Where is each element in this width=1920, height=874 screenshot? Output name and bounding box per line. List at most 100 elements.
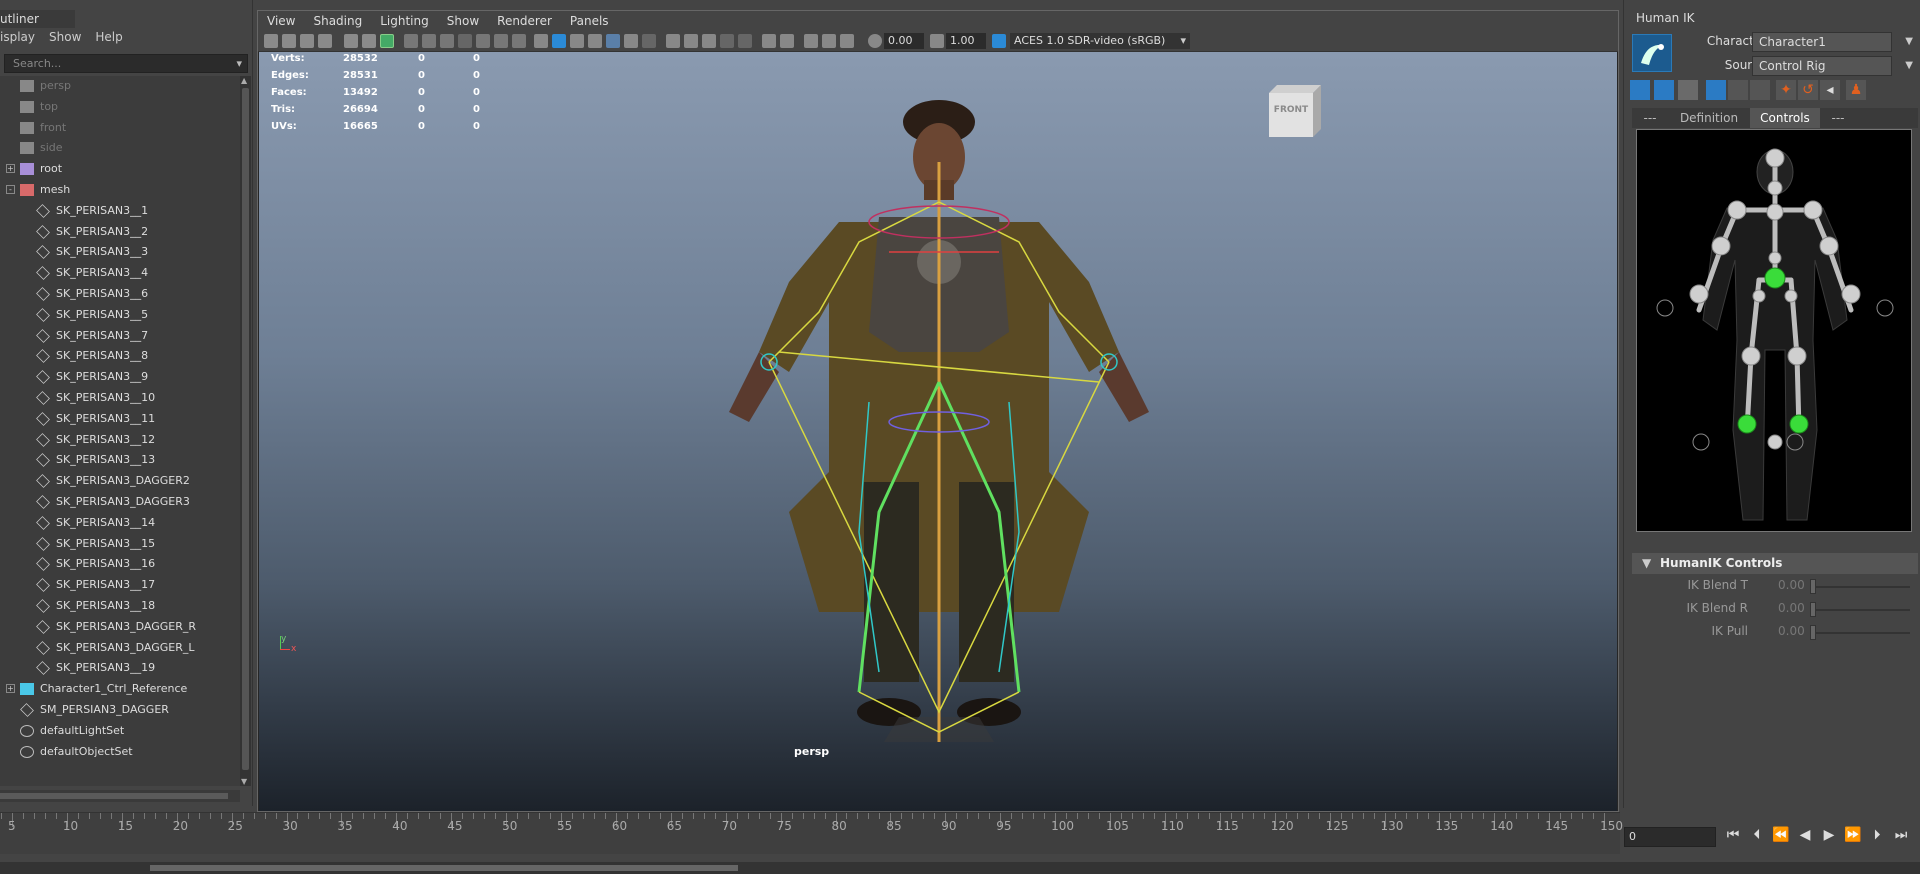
outliner-item[interactable]: SK_PERISAN3__5 [36,305,148,325]
outliner-menu-display[interactable]: isplay [0,30,35,48]
outliner-item[interactable]: SK_PERISAN3_DAGGER_R [36,617,196,637]
ik-control-slider-track[interactable] [1810,609,1910,611]
camera-attributes-icon[interactable] [282,34,296,48]
scroll-up-icon[interactable]: ▲ [241,76,247,85]
wireframe-icon[interactable] [534,34,548,48]
outliner-item[interactable]: SK_PERISAN3__3 [36,242,148,262]
colorspace-select[interactable]: ACES 1.0 SDR-video (sRGB) ▾ [1010,33,1190,49]
grease-pencil-icon[interactable] [344,34,358,48]
shadows-icon[interactable] [624,34,638,48]
textured-icon[interactable] [588,34,602,48]
humanik-controls-section-header[interactable]: ▼ HumanIK Controls [1632,553,1918,574]
wireframe-toggle-icon[interactable] [822,34,836,48]
play-forwards-icon[interactable]: ▶ [1818,825,1840,845]
gate-mask-icon[interactable] [458,34,472,48]
humanik-logo-icon[interactable] [1632,34,1672,72]
isolate-select-icon[interactable] [666,34,680,48]
outliner-item[interactable]: SK_PERISAN3__11 [36,409,155,429]
outliner-item[interactable]: SM_PERSIAN3_DAGGER [20,700,169,720]
wireframe-on-shaded-icon[interactable] [570,34,584,48]
current-frame-field[interactable]: 0 [1624,827,1716,847]
menu-show[interactable]: Show [438,11,488,31]
outliner-hscroll-thumb[interactable] [0,793,228,799]
gamma-icon[interactable] [930,34,944,48]
outliner-item[interactable]: front [20,118,66,138]
expand-icon[interactable]: + [6,164,15,174]
outliner-item[interactable]: - mesh [6,180,70,200]
outliner-menu-show[interactable]: Show [49,30,81,48]
outliner-search-input[interactable]: Search... ▾ [4,54,248,73]
outliner-item[interactable]: SK_PERISAN3__7 [36,326,148,346]
ik-control-slider-handle[interactable] [1810,602,1816,617]
xray-active-components-icon[interactable] [702,34,716,48]
step-forward-key-icon[interactable]: ⏩ [1842,825,1864,845]
outliner-item[interactable]: SK_PERISAN3_DAGGER2 [36,471,190,491]
anti-aliasing-icon[interactable] [738,34,752,48]
show-fk-icon[interactable] [1706,80,1726,100]
outliner-scroll-thumb[interactable] [242,88,249,770]
outliner-menu-help[interactable]: Help [95,30,122,48]
safe-action-icon[interactable] [494,34,508,48]
character-model[interactable] [259,52,1617,811]
motion-blur-icon[interactable] [720,34,734,48]
outliner-item[interactable]: persp [20,76,71,96]
outliner-item[interactable]: SK_PERISAN3__13 [36,450,155,470]
viewport-layout-icon[interactable] [804,34,818,48]
outliner-item[interactable]: SK_PERISAN3__9 [36,367,148,387]
resolution-gate-icon[interactable] [440,34,454,48]
range-slider-thumb[interactable] [150,865,738,871]
character-dropdown-icon[interactable]: ▼ [1905,33,1913,51]
safe-title-icon[interactable] [512,34,526,48]
xray-icon[interactable] [684,34,698,48]
range-slider[interactable] [0,862,1920,874]
exposure-icon[interactable] [868,34,882,48]
step-back-key-icon[interactable]: ⏪ [1770,825,1792,845]
play-backwards-icon[interactable]: ◀ [1794,825,1816,845]
outliner-item[interactable]: SK_PERISAN3__2 [36,222,148,242]
bookmark-icon[interactable] [300,34,314,48]
full-body-mode-icon[interactable] [1630,80,1650,100]
expand-icon[interactable]: + [6,684,15,694]
outliner-item[interactable]: SK_PERISAN3__17 [36,575,155,595]
outliner-item[interactable]: SK_PERISAN3__19 [36,658,155,678]
menu-lighting[interactable]: Lighting [371,11,438,31]
ik-control-slider-track[interactable] [1810,586,1910,588]
time-slider[interactable]: 5 10 15 20 25 30 35 40 45 50 55 60 65 70 75 80 85 90 95 100… [0,812,1623,854]
gamma-field[interactable]: 1.00 [946,33,986,49]
ik-control-value[interactable]: 0.00 [1778,601,1805,615]
source-select[interactable]: Control Rig ▼ [1752,56,1913,76]
exposure-field[interactable]: 0.00 [884,33,924,49]
tab-next[interactable]: --- [1820,108,1856,128]
outliner-item[interactable]: SK_PERISAN3__18 [36,596,155,616]
menu-view[interactable]: View [258,11,304,31]
character-select[interactable]: Character1 ▼ [1752,32,1913,52]
colorspace-dropdown-icon[interactable]: ▾ [1180,33,1186,49]
outliner-item[interactable]: SK_PERISAN3__6 [36,284,148,304]
ik-control-slider-handle[interactable] [1810,625,1816,640]
outliner-item[interactable]: SK_PERISAN3__10 [36,388,155,408]
outliner-item[interactable]: SK_PERISAN3__15 [36,534,155,554]
scroll-down-icon[interactable]: ▼ [241,777,247,786]
source-dropdown-icon[interactable]: ▼ [1905,57,1913,75]
outliner-item[interactable]: SK_PERISAN3__14 [36,513,155,533]
outliner-scrollbar[interactable]: ▲ ▼ [240,76,251,786]
tab-prev[interactable]: --- [1632,108,1668,128]
show-skeleton-icon[interactable] [1750,80,1770,100]
go-to-start-icon[interactable]: ⏮ [1722,825,1744,845]
outliner-hscrollbar[interactable] [0,790,240,802]
ik-control-slider-handle[interactable] [1810,579,1816,594]
ik-control-slider-track[interactable] [1810,632,1910,634]
grid-icon[interactable] [404,34,418,48]
depth-of-field-icon[interactable] [762,34,776,48]
menu-renderer[interactable]: Renderer [488,11,561,31]
outliner-item[interactable]: top [20,97,58,117]
outliner-item[interactable]: SK_PERISAN3_DAGGER3 [36,492,190,512]
collapse-icon[interactable]: - [6,185,15,194]
outliner-item[interactable]: + root [6,159,62,179]
screen-space-ao-icon[interactable] [642,34,656,48]
outliner-item[interactable]: SK_PERISAN3__1 [36,201,148,221]
outliner-item[interactable]: side [20,138,63,158]
pin-translation-icon[interactable]: ✦ [1776,80,1796,100]
2d-pan-zoom-icon[interactable] [362,34,376,48]
ik-control-value[interactable]: 0.00 [1778,624,1805,638]
